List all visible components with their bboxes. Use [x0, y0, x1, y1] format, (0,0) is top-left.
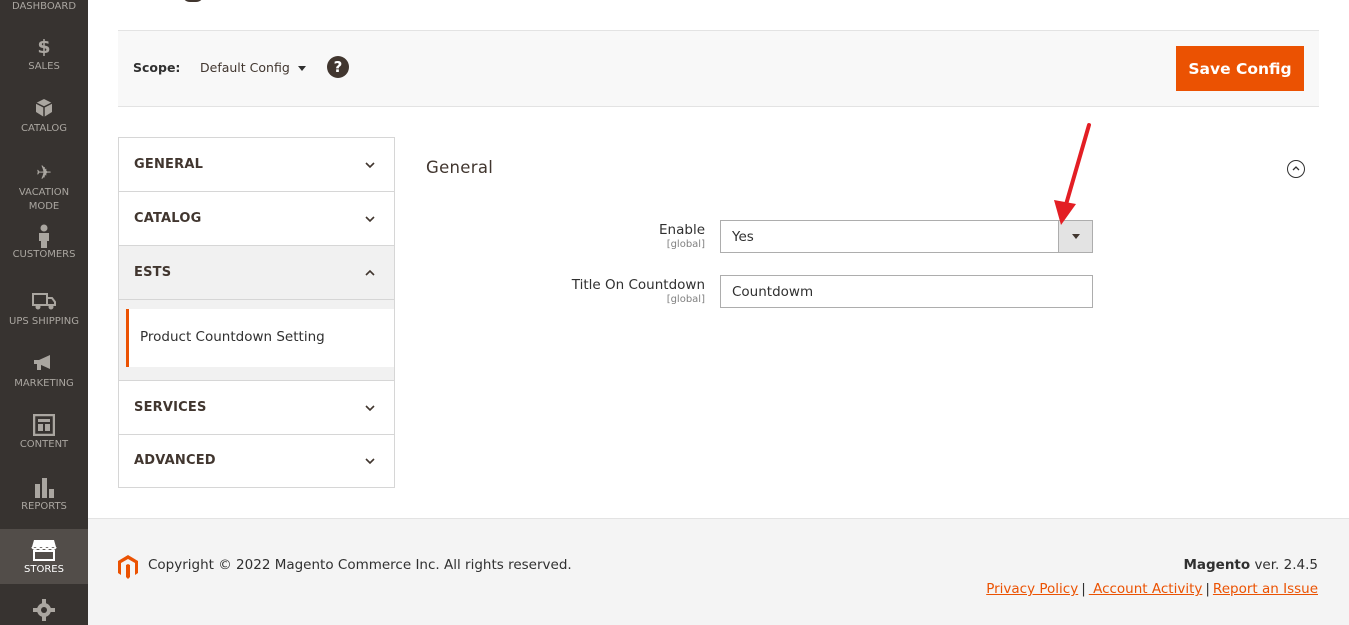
nav-reports-label: REPORTS — [21, 501, 67, 512]
link-separator: | — [1081, 581, 1086, 597]
nav-catalog[interactable]: CATALOG — [0, 98, 88, 138]
report-an-issue-link[interactable]: Report an Issue — [1213, 581, 1318, 597]
title-on-countdown-scope: [global] — [666, 294, 705, 305]
account-activity-link[interactable]: Account Activity — [1089, 581, 1202, 597]
tab-services[interactable]: SERVICES — [119, 381, 394, 435]
gear-icon — [0, 599, 88, 621]
nav-vacation-mode[interactable]: ✈ VACATION MODE — [0, 162, 88, 214]
link-separator: | — [1205, 581, 1210, 597]
save-config-button[interactable]: Save Config — [1176, 46, 1304, 91]
cube-icon — [0, 98, 88, 120]
plane-icon: ✈ — [36, 162, 52, 184]
truck-icon — [0, 291, 88, 313]
admin-sidebar: DASHBOARD $ SALES CATALOG ✈ VACATION MOD… — [0, 0, 88, 625]
enable-select-value: Yes — [732, 229, 754, 245]
nav-customers[interactable]: CUSTOMERS — [0, 224, 88, 268]
nav-ups-shipping[interactable]: UPS SHIPPING — [0, 291, 88, 331]
nav-dashboard-label: DASHBOARD — [11, 1, 77, 12]
nav-sales[interactable]: $ SALES — [0, 36, 88, 76]
nav-customers-label: CUSTOMERS — [12, 249, 76, 260]
chevron-down-icon — [365, 405, 375, 412]
enable-label: Enable — [659, 222, 705, 238]
scope-label: Scope: — [133, 60, 181, 75]
footer-links: Privacy Policy | Account Activity | Report … — [986, 581, 1318, 597]
config-tabs: GENERAL CATALOG ESTS Product Countdown S… — [118, 137, 395, 488]
tab-item-product-countdown-setting[interactable]: Product Countdown Setting — [126, 309, 394, 367]
annotation-arrow-icon — [1054, 123, 1091, 225]
megaphone-icon — [0, 353, 88, 375]
dollar-icon: $ — [37, 36, 51, 58]
tab-ests[interactable]: ESTS — [119, 246, 394, 300]
tab-general[interactable]: GENERAL — [119, 138, 394, 192]
nav-sales-label: SALES — [28, 61, 60, 72]
tab-advanced[interactable]: ADVANCED — [119, 434, 394, 488]
chevron-down-icon — [365, 458, 375, 465]
tab-services-label: SERVICES — [134, 400, 207, 415]
page-footer: Copyright © 2022 Magento Commerce Inc. A… — [88, 518, 1349, 625]
nav-content[interactable]: CONTENT — [0, 414, 88, 454]
chevron-down-icon — [365, 216, 375, 223]
page-actions-bar: Scope: Default Config ? Save Config — [118, 30, 1319, 107]
nav-ups-shipping-label: UPS SHIPPING — [9, 316, 79, 327]
tab-ests-label: ESTS — [134, 265, 172, 280]
enable-scope: [global] — [666, 239, 705, 250]
tab-general-label: GENERAL — [134, 157, 204, 172]
version-number: ver. 2.4.5 — [1250, 557, 1318, 573]
caret-down-icon — [297, 66, 306, 71]
tab-catalog-label: CATALOG — [134, 211, 202, 226]
tab-ests-items: Product Countdown Setting — [119, 300, 394, 381]
nav-stores[interactable]: STORES — [0, 529, 88, 584]
nav-catalog-label: CATALOG — [20, 123, 68, 134]
help-icon[interactable]: ? — [327, 56, 349, 78]
nav-reports[interactable]: REPORTS — [0, 476, 88, 516]
nav-marketing-label: MARKETING — [14, 378, 74, 389]
chevron-up-icon — [365, 269, 375, 276]
nav-marketing[interactable]: MARKETING — [0, 353, 88, 393]
page-title-partial — [182, 0, 204, 2]
bar-chart-icon — [0, 476, 88, 498]
person-icon — [0, 224, 88, 248]
nav-vacation-mode-label: VACATION MODE — [18, 187, 70, 212]
section-title[interactable]: General — [426, 158, 493, 177]
nav-content-label: CONTENT — [19, 439, 69, 450]
store-icon — [0, 539, 88, 561]
title-on-countdown-label: Title On Countdown — [571, 277, 705, 293]
enable-select[interactable]: Yes — [720, 220, 1093, 253]
tab-catalog[interactable]: CATALOG — [119, 192, 394, 246]
tab-advanced-label: ADVANCED — [134, 453, 216, 468]
layout-icon — [0, 414, 88, 436]
brand-name: Magento — [1183, 557, 1251, 573]
nav-stores-label: STORES — [24, 564, 64, 575]
title-on-countdown-input[interactable] — [720, 275, 1093, 308]
scope-switcher[interactable]: Default Config — [200, 60, 306, 75]
nav-dashboard[interactable]: DASHBOARD — [0, 0, 88, 18]
tab-item-label: Product Countdown Setting — [140, 329, 325, 345]
version-info: Magento ver. 2.4.5 — [1183, 557, 1318, 573]
chevron-down-icon — [365, 162, 375, 169]
nav-system[interactable] — [0, 599, 88, 625]
copyright-text: Copyright © 2022 Magento Commerce Inc. A… — [148, 557, 572, 573]
collapse-icon[interactable] — [1287, 160, 1305, 178]
privacy-policy-link[interactable]: Privacy Policy — [986, 581, 1078, 597]
magento-logo-icon — [118, 555, 138, 579]
scope-value: Default Config — [200, 60, 290, 75]
